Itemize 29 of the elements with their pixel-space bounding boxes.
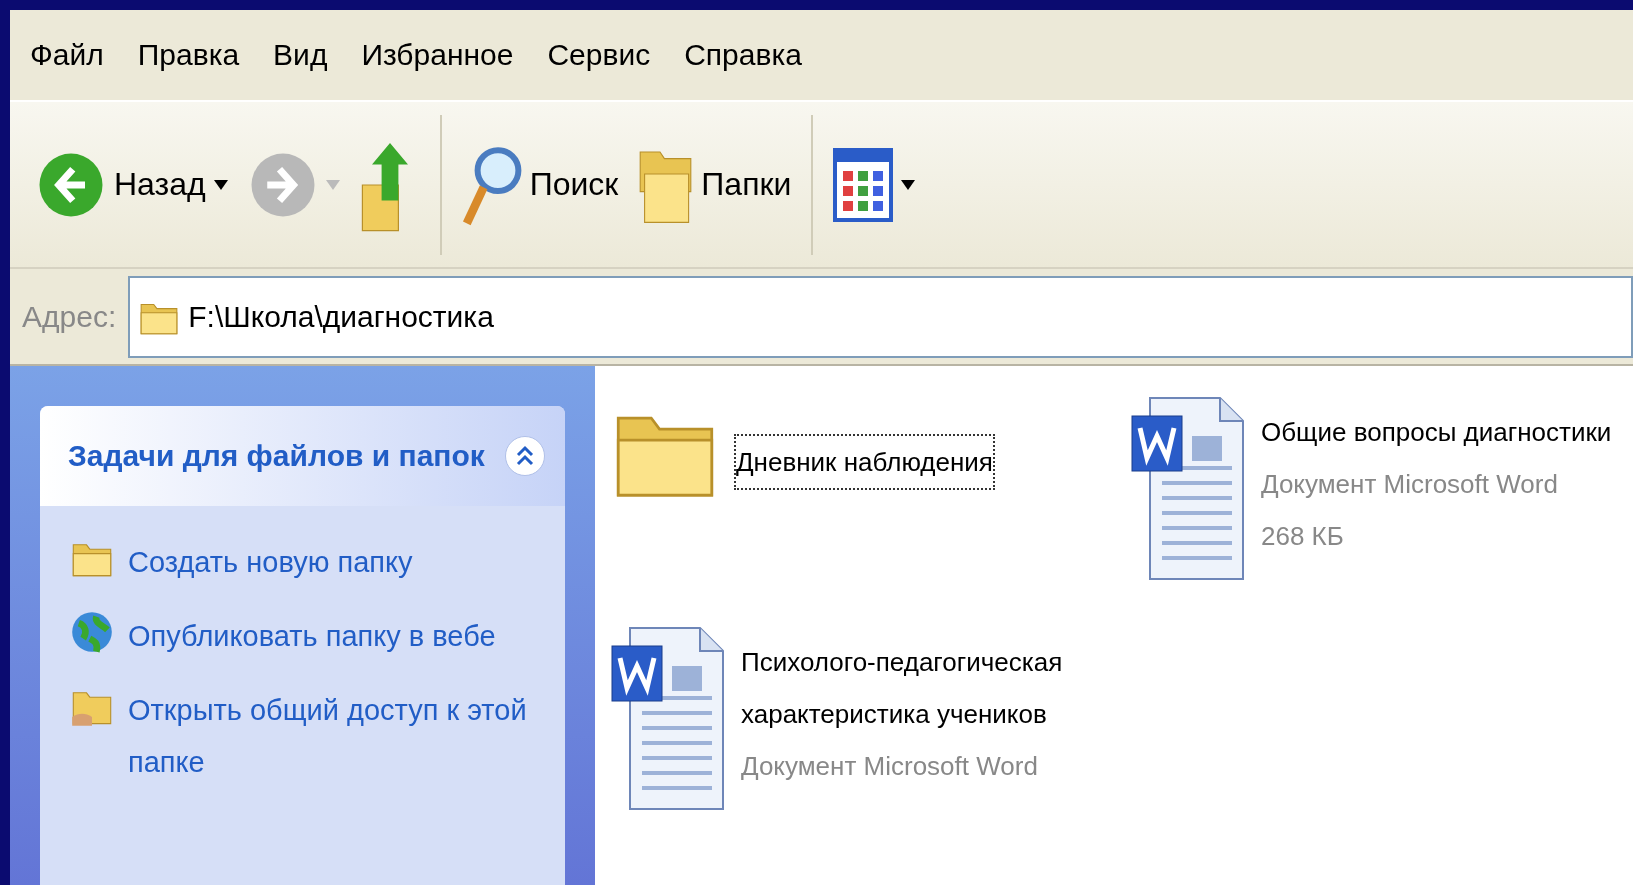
folders-button[interactable]: Папки [628,133,802,236]
address-label: Адрес: [21,299,118,334]
task-link[interactable]: Создать новую папку [128,536,528,588]
file-type: Документ Microsoft Word [1261,468,1559,501]
menu-item[interactable]: Избранное [361,38,514,72]
file-name[interactable]: Дневник наблюдения [736,436,993,488]
menu-item[interactable]: Файл [30,38,104,72]
address-field[interactable]: F:\Школа\диагностика [128,275,1633,358]
double-chevron-icon [515,444,535,468]
file-type: Документ Microsoft Word [741,750,1039,783]
word-document-icon [1130,396,1245,581]
back-button[interactable]: Назад [26,133,238,236]
file-size: 268 КБ [1261,520,1345,553]
collapse-button[interactable] [505,436,545,476]
caret-icon [213,179,228,190]
task-link[interactable]: Открыть общий доступ к этой папке [128,684,528,788]
menu-item[interactable]: Сервис [547,38,651,72]
task-link[interactable]: Опубликовать папку в вебе [128,610,528,662]
menu-item[interactable]: Правка [137,38,240,72]
file-name[interactable]: Общие вопросы диагностики [1261,406,1612,458]
file-name[interactable]: Психолого-педагогическая характеристика учеников [741,636,1121,740]
menu-item[interactable]: Справка [684,38,802,72]
panel-title: Задачи для файлов и папок [68,439,485,473]
search-button[interactable]: Поиск [451,128,629,241]
caret-icon [325,179,340,190]
menu-item[interactable]: Вид [273,38,328,72]
word-document-icon [610,626,725,811]
caret-icon [901,179,916,190]
globe-icon [70,610,114,654]
